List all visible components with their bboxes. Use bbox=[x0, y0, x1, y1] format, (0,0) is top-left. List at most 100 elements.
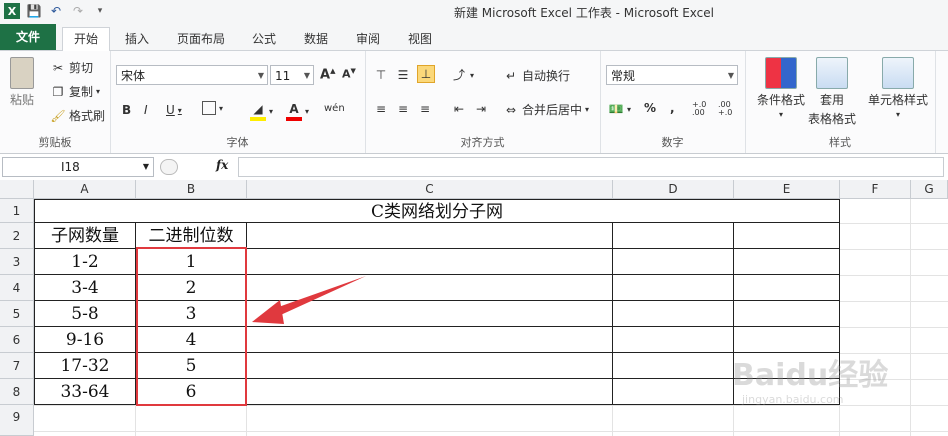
underline-button[interactable]: U ▾ bbox=[166, 103, 182, 117]
table-cell[interactable] bbox=[734, 301, 840, 327]
cut-button[interactable]: ✂ 剪切 bbox=[50, 59, 93, 76]
header-cell-binary-bits[interactable]: 二进制位数 bbox=[136, 223, 247, 249]
table-cell[interactable] bbox=[734, 223, 840, 249]
align-left-button[interactable]: ≡ bbox=[373, 101, 389, 117]
align-right-button[interactable]: ≡ bbox=[417, 101, 433, 117]
table-cell[interactable] bbox=[613, 379, 734, 405]
chevron-down-icon: ▼ bbox=[727, 71, 734, 80]
table-cell[interactable] bbox=[613, 327, 734, 353]
comma-button[interactable]: , bbox=[670, 101, 675, 115]
tab-file[interactable]: 文件 bbox=[0, 24, 56, 50]
align-middle-icon: ☰ bbox=[397, 68, 409, 82]
italic-button[interactable]: I bbox=[144, 103, 148, 117]
table-cell[interactable]: 33-64 bbox=[34, 379, 136, 405]
row-header-4[interactable]: 4 bbox=[0, 275, 34, 301]
table-cell[interactable]: 9-16 bbox=[34, 327, 136, 353]
formula-expand-handle[interactable] bbox=[160, 159, 178, 175]
table-cell[interactable] bbox=[613, 301, 734, 327]
sheet-title-cell[interactable]: C类网络划分子网 bbox=[34, 199, 840, 223]
group-font: 宋体 ▼ 11 ▼ A▲ A▼ B I U ▾ ▾ ◢ ▾ A ▾ wén 字体 bbox=[110, 51, 366, 153]
decrease-decimal-button[interactable]: .00 +.0 bbox=[718, 101, 740, 117]
insert-function-button[interactable]: fx bbox=[216, 158, 228, 172]
tab-view[interactable]: 视图 bbox=[400, 28, 440, 50]
chevron-down-icon: ▼ bbox=[142, 162, 149, 171]
table-cell[interactable]: 5-8 bbox=[34, 301, 136, 327]
tab-review[interactable]: 审阅 bbox=[348, 28, 388, 50]
bold-button[interactable]: B bbox=[122, 103, 131, 117]
align-center-button[interactable]: ≡ bbox=[395, 101, 411, 117]
group-number: 常规 ▼ 💵 ▾ % , +.0 .00 .00 +.0 数字 bbox=[600, 51, 746, 153]
row-header-9[interactable]: 9 bbox=[0, 405, 34, 436]
borders-icon bbox=[202, 101, 216, 115]
merge-center-icon: ⇔ bbox=[505, 102, 517, 117]
increase-decimal-button[interactable]: +.0 .00 bbox=[692, 101, 714, 117]
row-header-1[interactable]: 1 bbox=[0, 199, 34, 223]
merge-center-button[interactable]: ⇔ 合并后居中 ▾ bbox=[503, 101, 589, 118]
select-all-corner[interactable] bbox=[0, 180, 34, 199]
grow-font-icon: A▲ bbox=[320, 67, 336, 83]
paint-bucket-icon: ◢ bbox=[250, 101, 266, 121]
font-color-button[interactable]: A ▾ bbox=[286, 101, 309, 121]
column-header-c[interactable]: C bbox=[247, 180, 613, 199]
font-size-combo[interactable]: 11 ▼ bbox=[270, 65, 314, 85]
align-middle-button[interactable]: ☰ bbox=[395, 67, 411, 83]
row-header-8[interactable]: 8 bbox=[0, 379, 34, 405]
table-cell[interactable] bbox=[247, 223, 613, 249]
column-header-d[interactable]: D bbox=[613, 180, 734, 199]
column-header-g[interactable]: G bbox=[911, 180, 948, 199]
decrease-indent-button[interactable]: ⇤ bbox=[451, 101, 467, 117]
row-header-2[interactable]: 2 bbox=[0, 223, 34, 249]
font-name-combo[interactable]: 宋体 ▼ bbox=[116, 65, 268, 85]
shrink-font-button[interactable]: A▼ bbox=[342, 67, 356, 81]
table-cell[interactable] bbox=[613, 249, 734, 275]
copy-button[interactable]: ❐ 复制 ▾ bbox=[50, 83, 100, 100]
fill-color-button[interactable]: ◢ ▾ bbox=[250, 101, 273, 121]
table-cell[interactable] bbox=[247, 353, 613, 379]
table-cell[interactable] bbox=[734, 249, 840, 275]
watermark-url: jingyan.baidu.com bbox=[742, 393, 844, 406]
tab-formulas[interactable]: 公式 bbox=[244, 28, 284, 50]
phonetic-button[interactable]: wén bbox=[324, 101, 345, 117]
table-cell[interactable] bbox=[247, 379, 613, 405]
column-header-e[interactable]: E bbox=[734, 180, 840, 199]
align-top-button[interactable]: ⊤ bbox=[373, 67, 389, 83]
font-color-icon: A bbox=[286, 101, 302, 121]
orientation-button[interactable]: ⤴ ▾ bbox=[451, 67, 474, 83]
table-cell[interactable] bbox=[613, 353, 734, 379]
tab-page-layout[interactable]: 页面布局 bbox=[168, 28, 234, 50]
row-header-3[interactable]: 3 bbox=[0, 249, 34, 275]
table-cell[interactable] bbox=[734, 275, 840, 301]
column-header-b[interactable]: B bbox=[136, 180, 247, 199]
cell-styles-button[interactable]: 单元格样式 ▾ bbox=[863, 57, 933, 119]
gridline-vertical bbox=[733, 405, 734, 436]
increase-indent-button[interactable]: ⇥ bbox=[473, 101, 489, 117]
borders-button[interactable]: ▾ bbox=[202, 101, 223, 115]
format-as-table-button[interactable]: 套用 表格格式 bbox=[807, 57, 857, 127]
formula-input[interactable] bbox=[238, 157, 944, 177]
paste-button[interactable]: 粘贴 bbox=[10, 57, 34, 108]
table-cell[interactable]: 1-2 bbox=[34, 249, 136, 275]
conditional-formatting-button[interactable]: 条件格式 ▾ bbox=[751, 57, 811, 119]
tab-home[interactable]: 开始 bbox=[62, 27, 110, 52]
format-painter-button[interactable]: 🖌 格式刷 bbox=[50, 107, 105, 124]
align-bottom-button[interactable]: ⊥ bbox=[417, 65, 435, 83]
table-cell[interactable]: 17-32 bbox=[34, 353, 136, 379]
wrap-text-button[interactable]: ↵ 自动换行 bbox=[503, 67, 570, 84]
tab-insert[interactable]: 插入 bbox=[114, 28, 160, 50]
row-header-6[interactable]: 6 bbox=[0, 327, 34, 353]
table-cell[interactable] bbox=[613, 275, 734, 301]
number-format-combo[interactable]: 常规 ▼ bbox=[606, 65, 738, 85]
table-cell[interactable]: 3-4 bbox=[34, 275, 136, 301]
column-header-a[interactable]: A bbox=[34, 180, 136, 199]
accounting-button[interactable]: 💵 ▾ bbox=[608, 101, 632, 117]
row-header-5[interactable]: 5 bbox=[0, 301, 34, 327]
table-cell[interactable] bbox=[613, 223, 734, 249]
tab-data[interactable]: 数据 bbox=[296, 28, 336, 50]
column-header-f[interactable]: F bbox=[840, 180, 911, 199]
name-box[interactable]: I18 ▼ bbox=[2, 157, 154, 177]
table-cell[interactable] bbox=[247, 327, 613, 353]
grow-font-button[interactable]: A▲ bbox=[320, 67, 335, 82]
percent-button[interactable]: % bbox=[644, 101, 656, 115]
header-cell-subnet-count[interactable]: 子网数量 bbox=[34, 223, 136, 249]
row-header-7[interactable]: 7 bbox=[0, 353, 34, 379]
